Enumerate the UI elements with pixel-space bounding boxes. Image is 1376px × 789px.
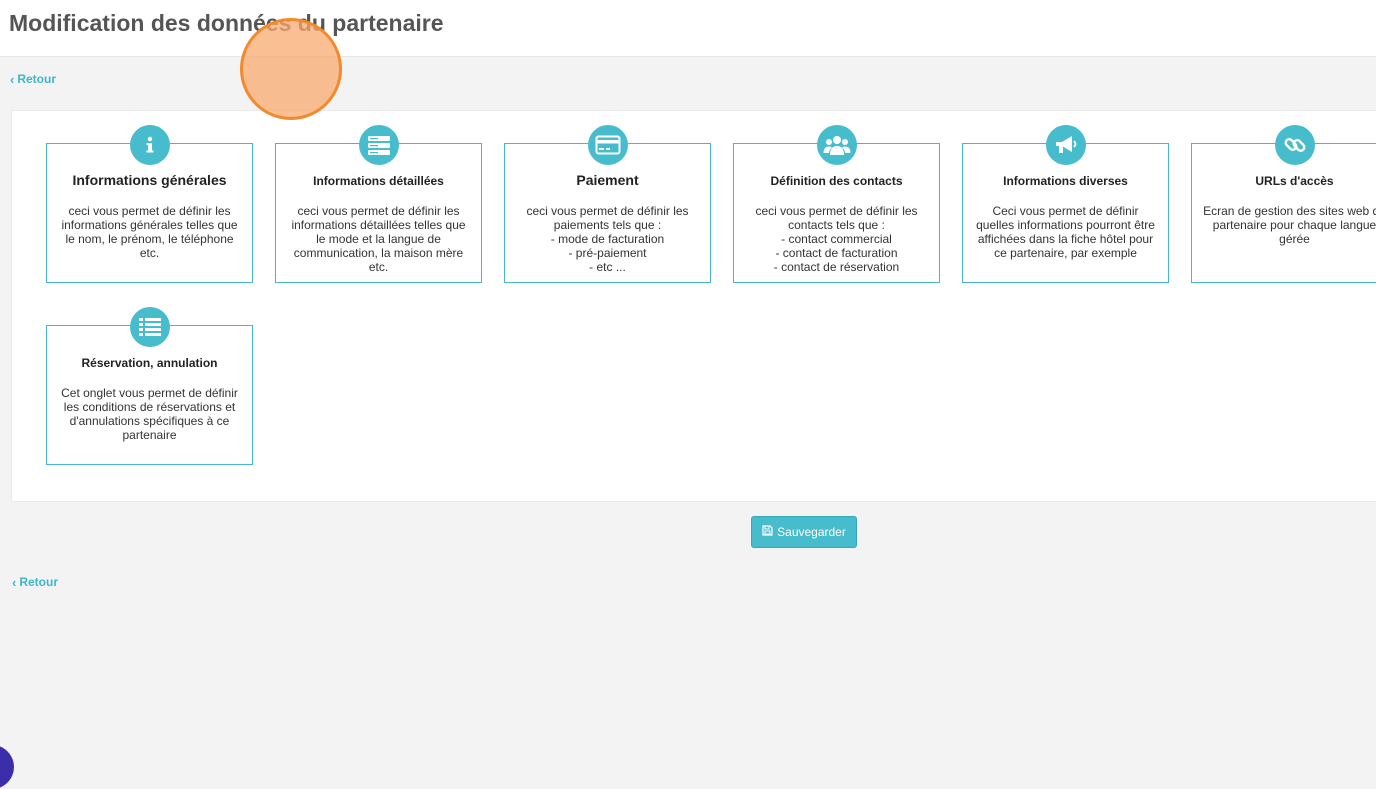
sections-panel: Informations générales ceci vous permet … <box>11 110 1376 502</box>
card-title: Définition des contacts <box>770 174 903 188</box>
card-reservation-annulation[interactable]: Réservation, annulation Cet onglet vous … <box>46 307 253 465</box>
users-icon <box>817 125 857 165</box>
card-title: Réservation, annulation <box>81 356 218 370</box>
chevron-left-icon: ‹ <box>10 71 15 87</box>
card-description: Ecran de gestion des sites web du parten… <box>1203 204 1376 246</box>
page-title: Modification des données du partenaire <box>9 10 444 36</box>
back-link-bottom[interactable]: ‹ Retour <box>12 575 58 589</box>
chevron-left-icon: ‹ <box>12 574 17 590</box>
card-title: Paiement <box>576 172 639 188</box>
card-paiement[interactable]: Paiement ceci vous permet de définir les… <box>504 125 711 283</box>
chat-widget-button[interactable] <box>0 745 14 789</box>
info-icon <box>130 125 170 165</box>
card-urls-acces[interactable]: URLs d'accès Ecran de gestion des sites … <box>1191 125 1376 283</box>
back-link-top[interactable]: ‹ Retour <box>10 72 56 86</box>
page-header: Modification des données du partenaire <box>0 0 1376 57</box>
server-icon <box>359 125 399 165</box>
card-title: Informations générales <box>72 172 227 188</box>
card-title: URLs d'accès <box>1255 174 1334 188</box>
card-description: Cet onglet vous permet de définir les co… <box>61 386 238 442</box>
card-title: Informations détaillées <box>313 174 444 188</box>
click-indicator <box>240 18 342 120</box>
credit-card-icon <box>588 125 628 165</box>
card-title: Informations diverses <box>1003 174 1128 188</box>
card-description: ceci vous permet de définir les informat… <box>291 204 466 274</box>
megaphone-icon <box>1046 125 1086 165</box>
back-link-label: Retour <box>17 72 57 86</box>
card-description: ceci vous permet de définir les contacts… <box>755 204 918 274</box>
list-icon <box>130 307 170 347</box>
card-definition-contacts[interactable]: Définition des contacts ceci vous permet… <box>733 125 940 283</box>
back-link-label: Retour <box>19 575 59 589</box>
card-description: ceci vous permet de définir les informat… <box>61 204 238 260</box>
link-icon <box>1275 125 1315 165</box>
card-informations-generales[interactable]: Informations générales ceci vous permet … <box>46 125 253 283</box>
card-informations-diverses[interactable]: Informations diverses Ceci vous permet d… <box>962 125 1169 283</box>
card-description: Ceci vous permet de définir quelles info… <box>976 204 1155 260</box>
floppy-disk-icon <box>762 525 773 539</box>
save-button[interactable]: Sauvegarder <box>751 516 857 548</box>
save-button-label: Sauvegarder <box>777 525 846 539</box>
card-description: ceci vous permet de définir les paiement… <box>526 204 689 274</box>
card-informations-detaillees[interactable]: Informations détaillées ceci vous permet… <box>275 125 482 283</box>
